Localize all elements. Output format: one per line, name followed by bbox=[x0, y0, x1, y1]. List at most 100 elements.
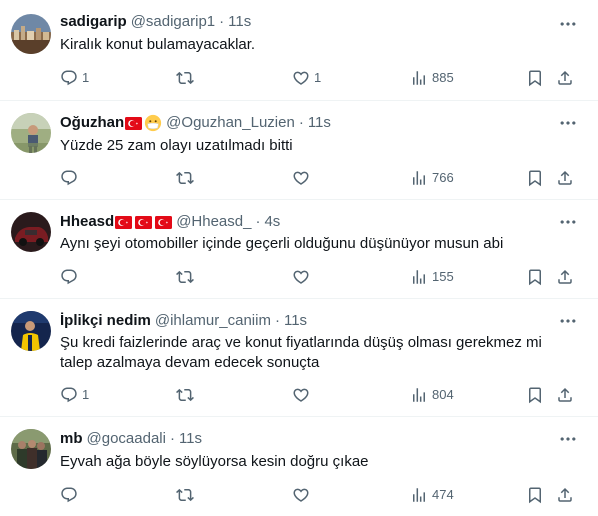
tweet-actions: 474 bbox=[60, 485, 580, 505]
user-handle[interactable]: @gocaadali bbox=[87, 429, 166, 449]
tweet[interactable]: sadigarip @sadigarip1 · 11s Kiralık konu… bbox=[0, 0, 598, 101]
reply-button[interactable] bbox=[60, 267, 78, 287]
tweet-text: Şu kredi faizlerinde araç ve konut fiyat… bbox=[60, 334, 542, 371]
avatar[interactable] bbox=[11, 14, 51, 54]
tweet[interactable]: Hheasd @Hheasd_ · 4s Aynı şeyi otomobill… bbox=[0, 200, 598, 299]
timestamp[interactable]: 11s bbox=[179, 429, 202, 449]
like-button[interactable] bbox=[292, 485, 310, 505]
reply-icon bbox=[60, 486, 78, 504]
share-button[interactable] bbox=[556, 385, 574, 405]
dark-red-car-avatar bbox=[11, 212, 51, 252]
outdoor-person-avatar bbox=[11, 113, 51, 153]
yellow-navy-football-avatar bbox=[11, 311, 51, 351]
heart-icon bbox=[292, 386, 310, 404]
reply-icon bbox=[60, 268, 78, 286]
views-button[interactable]: 766 bbox=[410, 168, 454, 188]
reply-icon bbox=[60, 69, 78, 87]
user-handle[interactable]: @Oguzhan_Luzien bbox=[166, 113, 295, 133]
retweet-button[interactable] bbox=[176, 385, 194, 405]
share-button[interactable] bbox=[556, 168, 574, 188]
reply-icon bbox=[60, 386, 78, 404]
view-count: 155 bbox=[432, 269, 454, 284]
timestamp[interactable]: 11s bbox=[284, 311, 307, 331]
more-options-icon[interactable] bbox=[558, 212, 578, 232]
like-button[interactable] bbox=[292, 385, 310, 405]
views-bar-chart-icon bbox=[410, 169, 428, 187]
like-button[interactable] bbox=[292, 267, 310, 287]
display-name[interactable]: Oğuzhan bbox=[60, 113, 124, 133]
more-options-icon[interactable] bbox=[558, 113, 578, 133]
bookmark-icon bbox=[526, 486, 544, 504]
reply-button[interactable] bbox=[60, 168, 78, 188]
more-options-icon[interactable] bbox=[558, 311, 578, 331]
share-button[interactable] bbox=[556, 68, 574, 88]
timestamp[interactable]: 4s bbox=[264, 212, 280, 232]
like-button[interactable] bbox=[292, 168, 310, 188]
views-button[interactable]: 155 bbox=[410, 267, 454, 287]
display-name[interactable]: İplikçi nedim bbox=[60, 311, 151, 331]
user-handle[interactable]: @Hheasd_ bbox=[176, 212, 251, 232]
timestamp[interactable]: 11s bbox=[308, 113, 331, 133]
tweet[interactable]: Oğuzhan @Oguzhan_Luzien · 11s Yüzde 25 z… bbox=[0, 101, 598, 200]
views-button[interactable]: 885 bbox=[410, 68, 454, 88]
tweet-feed: sadigarip @sadigarip1 · 11s Kiralık konu… bbox=[0, 0, 598, 516]
views-button[interactable]: 474 bbox=[410, 485, 454, 505]
retweet-button[interactable] bbox=[176, 168, 194, 188]
turkey-flag-icon bbox=[115, 216, 132, 229]
tweet-header: mb @gocaadali · 11s bbox=[60, 429, 202, 449]
reply-count: 1 bbox=[82, 70, 90, 85]
bookmark-icon bbox=[526, 268, 544, 286]
reply-button[interactable]: 1 bbox=[60, 68, 89, 88]
user-handle[interactable]: @ihlamur_caniim bbox=[155, 311, 271, 331]
reply-count: 1 bbox=[82, 387, 90, 402]
tweet[interactable]: İplikçi nedim @ihlamur_caniim · 11s Şu k… bbox=[0, 299, 598, 417]
heart-icon bbox=[292, 69, 310, 87]
reply-button[interactable] bbox=[60, 485, 78, 505]
heart-icon bbox=[292, 268, 310, 286]
view-count: 885 bbox=[432, 70, 454, 85]
heart-icon bbox=[292, 169, 310, 187]
tweet-actions: 766 bbox=[60, 168, 580, 188]
user-handle[interactable]: @sadigarip1 bbox=[131, 12, 215, 32]
more-options-icon[interactable] bbox=[558, 14, 578, 34]
tweet-text: Kiralık konut bulamayacaklar. bbox=[60, 36, 256, 53]
like-button[interactable]: 1 bbox=[292, 68, 321, 88]
display-name[interactable]: Hheasd bbox=[60, 212, 114, 232]
display-name[interactable]: mb bbox=[60, 429, 83, 449]
more-options-icon[interactable] bbox=[558, 429, 578, 449]
view-count: 804 bbox=[432, 387, 454, 402]
tweet[interactable]: mb @gocaadali · 11s Eyvah ağa böyle söyl… bbox=[0, 417, 598, 516]
views-button[interactable]: 804 bbox=[410, 385, 454, 405]
views-bar-chart-icon bbox=[410, 386, 428, 404]
bookmark-button[interactable] bbox=[526, 385, 544, 405]
tweet-actions: 1 1 885 bbox=[60, 68, 580, 88]
share-icon bbox=[556, 69, 574, 87]
share-icon bbox=[556, 486, 574, 504]
retweet-button[interactable] bbox=[176, 68, 194, 88]
avatar[interactable] bbox=[11, 113, 51, 153]
turkey-flag-icon bbox=[135, 216, 152, 229]
share-button[interactable] bbox=[556, 485, 574, 505]
avatar[interactable] bbox=[11, 311, 51, 351]
share-button[interactable] bbox=[556, 267, 574, 287]
retweet-button[interactable] bbox=[176, 267, 194, 287]
bookmark-button[interactable] bbox=[526, 168, 544, 188]
timestamp[interactable]: 11s bbox=[228, 12, 251, 32]
tweet-header: İplikçi nedim @ihlamur_caniim · 11s bbox=[60, 311, 307, 331]
display-name[interactable]: sadigarip bbox=[60, 12, 127, 32]
view-count: 766 bbox=[432, 170, 454, 185]
share-icon bbox=[556, 386, 574, 404]
bookmark-button[interactable] bbox=[526, 68, 544, 88]
share-icon bbox=[556, 268, 574, 286]
separator-dot: · bbox=[169, 430, 175, 447]
avatar[interactable] bbox=[11, 429, 51, 469]
bookmark-button[interactable] bbox=[526, 485, 544, 505]
bookmark-button[interactable] bbox=[526, 267, 544, 287]
group-photo-avatar bbox=[11, 429, 51, 469]
retweet-button[interactable] bbox=[176, 485, 194, 505]
retweet-icon bbox=[176, 268, 194, 286]
reply-button[interactable]: 1 bbox=[60, 385, 89, 405]
bookmark-icon bbox=[526, 69, 544, 87]
avatar[interactable] bbox=[11, 212, 51, 252]
tweet-actions: 1 804 bbox=[60, 385, 580, 405]
